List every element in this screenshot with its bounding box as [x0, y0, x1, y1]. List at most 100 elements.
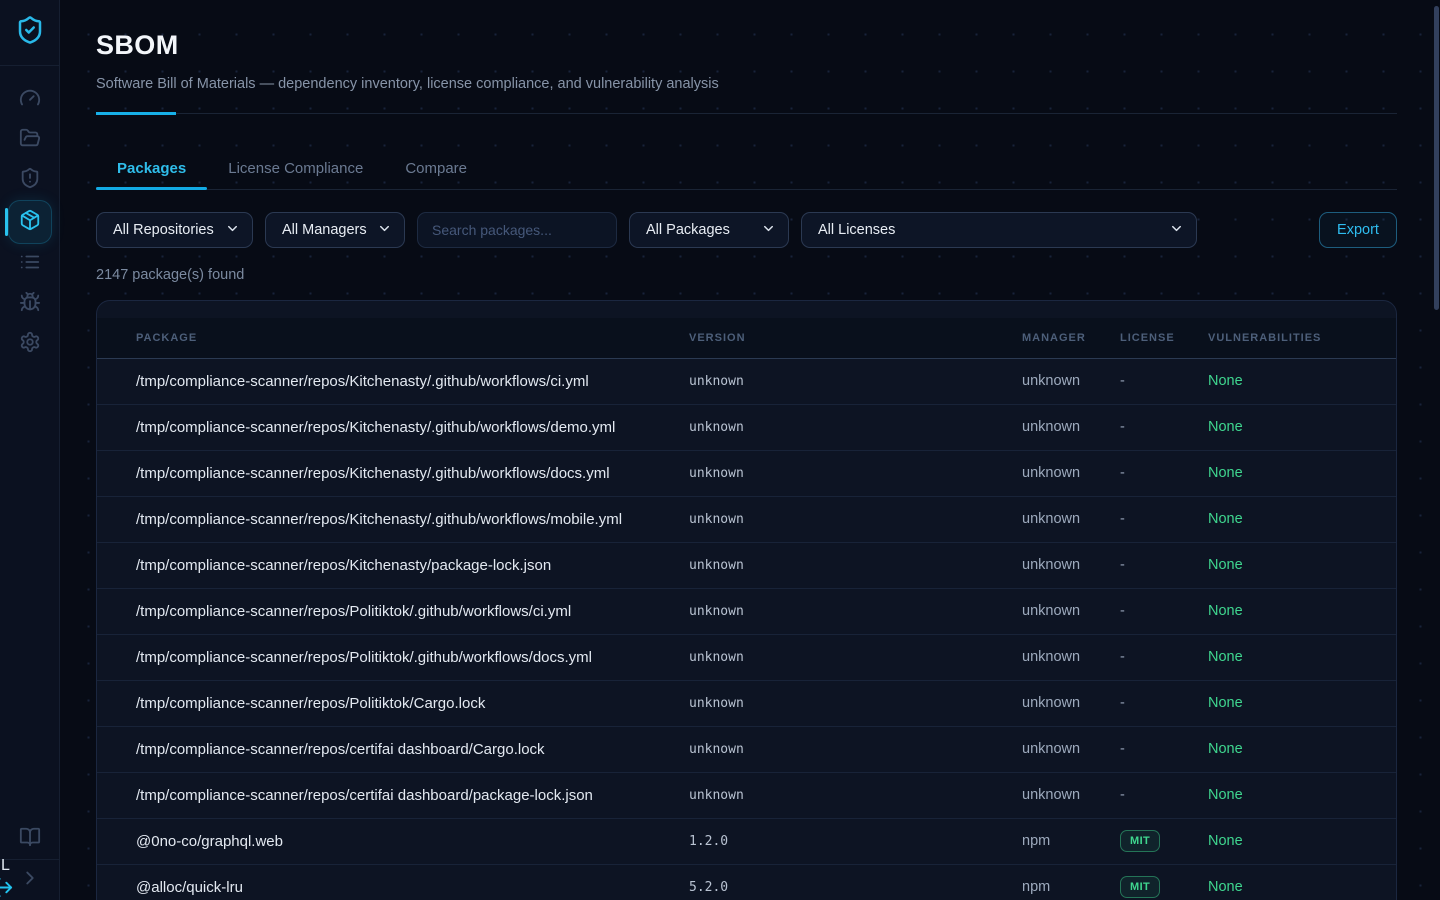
sidebar-item-docs[interactable] [8, 819, 52, 859]
manager-cell: unknown [1022, 358, 1120, 404]
package-cell: /tmp/compliance-scanner/repos/Politiktok… [97, 634, 689, 680]
manager-cell: unknown [1022, 496, 1120, 542]
vertical-scrollbar[interactable] [1434, 6, 1439, 310]
page-subtitle: Software Bill of Materials — dependency … [96, 76, 1397, 92]
package-cell: @alloc/quick-lru [97, 864, 689, 900]
manager-cell: unknown [1022, 680, 1120, 726]
vulnerabilities-cell: None [1208, 358, 1396, 404]
sidebar-item-repositories[interactable] [8, 120, 52, 160]
managers-select[interactable]: All Managers [265, 212, 405, 248]
shield-alert-icon [19, 167, 41, 194]
title-divider [96, 113, 1397, 114]
table-row[interactable]: /tmp/compliance-scanner/repos/certifai d… [97, 726, 1396, 772]
table-row[interactable]: /tmp/compliance-scanner/repos/Kitchenast… [97, 358, 1396, 404]
version-cell: unknown [689, 404, 1022, 450]
vulnerabilities-cell: None [1208, 404, 1396, 450]
sidebar-item-security[interactable] [8, 160, 52, 200]
table-row[interactable]: /tmp/compliance-scanner/repos/Kitchenast… [97, 496, 1396, 542]
version-cell: unknown [689, 726, 1022, 772]
manager-cell: unknown [1022, 542, 1120, 588]
license-cell: - [1120, 496, 1208, 542]
sidebar-item-settings[interactable] [8, 324, 52, 364]
package-cell: /tmp/compliance-scanner/repos/certifai d… [97, 772, 689, 818]
license-cell: - [1120, 404, 1208, 450]
repositories-select[interactable]: All Repositories [96, 212, 253, 248]
package-cell: /tmp/compliance-scanner/repos/Politiktok… [97, 588, 689, 634]
vulnerabilities-cell: None [1208, 680, 1396, 726]
licenses-select-value: All Licenses [818, 222, 895, 238]
active-indicator [5, 208, 8, 236]
vulnerabilities-cell: None [1208, 588, 1396, 634]
tab-license-compliance[interactable]: License Compliance [207, 147, 384, 189]
search-input[interactable] [417, 212, 617, 248]
export-button[interactable]: Export [1319, 212, 1397, 248]
version-cell: unknown [689, 496, 1022, 542]
vulnerabilities-cell: None [1208, 450, 1396, 496]
packages-table: Package Version Manager License Vulnerab… [97, 318, 1396, 900]
package-cell: /tmp/compliance-scanner/repos/certifai d… [97, 726, 689, 772]
packages-select-value: All Packages [646, 222, 730, 238]
manager-cell: unknown [1022, 588, 1120, 634]
tab-packages[interactable]: Packages [96, 147, 207, 189]
package-cell: /tmp/compliance-scanner/repos/Politiktok… [97, 680, 689, 726]
license-badge: MIT [1120, 876, 1160, 898]
license-cell: - [1120, 588, 1208, 634]
sidebar: L [0, 0, 60, 900]
gear-icon [19, 331, 41, 358]
table-row[interactable]: /tmp/compliance-scanner/repos/Kitchenast… [97, 404, 1396, 450]
table-row[interactable]: @alloc/quick-lru5.2.0npmMITNone [97, 864, 1396, 900]
package-cell: /tmp/compliance-scanner/repos/Kitchenast… [97, 450, 689, 496]
version-cell: unknown [689, 772, 1022, 818]
version-cell: 1.2.0 [689, 818, 1022, 864]
sidebar-item-inventory[interactable] [8, 244, 52, 284]
version-cell: 5.2.0 [689, 864, 1022, 900]
version-cell: unknown [689, 634, 1022, 680]
chevron-down-icon [1161, 221, 1184, 240]
column-header-manager: Manager [1022, 318, 1120, 358]
tab-compare[interactable]: Compare [384, 147, 488, 189]
table-row[interactable]: /tmp/compliance-scanner/repos/certifai d… [97, 772, 1396, 818]
license-cell: - [1120, 726, 1208, 772]
license-cell: - [1120, 680, 1208, 726]
repositories-select-value: All Repositories [113, 222, 214, 238]
manager-cell: unknown [1022, 772, 1120, 818]
version-cell: unknown [689, 680, 1022, 726]
packages-select[interactable]: All Packages [629, 212, 789, 248]
package-icon [19, 209, 41, 236]
table-row[interactable]: @0no-co/graphql.web1.2.0npmMITNone [97, 818, 1396, 864]
column-header-vulnerabilities: Vulnerabilities [1208, 318, 1396, 358]
chevron-down-icon [753, 221, 776, 240]
table-row[interactable]: /tmp/compliance-scanner/repos/Kitchenast… [97, 542, 1396, 588]
package-cell: /tmp/compliance-scanner/repos/Kitchenast… [97, 496, 689, 542]
bug-icon [19, 291, 41, 318]
license-cell: - [1120, 542, 1208, 588]
sidebar-item-sbom[interactable] [8, 200, 52, 244]
version-cell: unknown [689, 358, 1022, 404]
results-count: 2147 package(s) found [96, 267, 1397, 283]
main-content: SBOM Software Bill of Materials — depend… [60, 0, 1440, 900]
app-logo[interactable] [0, 0, 59, 66]
table-row[interactable]: /tmp/compliance-scanner/repos/Kitchenast… [97, 450, 1396, 496]
manager-cell: npm [1022, 818, 1120, 864]
vulnerabilities-cell: None [1208, 496, 1396, 542]
licenses-select[interactable]: All Licenses [801, 212, 1197, 248]
chevron-down-icon [217, 221, 240, 240]
shield-check-icon [15, 15, 45, 50]
sidebar-item-dashboard[interactable] [8, 80, 52, 120]
column-header-version: Version [689, 318, 1022, 358]
license-cell: - [1120, 358, 1208, 404]
license-cell: MIT [1120, 818, 1208, 864]
version-cell: unknown [689, 450, 1022, 496]
list-icon [19, 251, 41, 278]
sidebar-item-vulnerabilities[interactable] [8, 284, 52, 324]
column-header-license: License [1120, 318, 1208, 358]
manager-cell: unknown [1022, 450, 1120, 496]
manager-cell: unknown [1022, 634, 1120, 680]
table-row[interactable]: /tmp/compliance-scanner/repos/Politiktok… [97, 634, 1396, 680]
package-cell: @0no-co/graphql.web [97, 818, 689, 864]
table-row[interactable]: /tmp/compliance-scanner/repos/Politiktok… [97, 588, 1396, 634]
license-cell: - [1120, 634, 1208, 680]
table-row[interactable]: /tmp/compliance-scanner/repos/Politiktok… [97, 680, 1396, 726]
manager-cell: unknown [1022, 726, 1120, 772]
sidebar-overflow: L [0, 856, 60, 900]
